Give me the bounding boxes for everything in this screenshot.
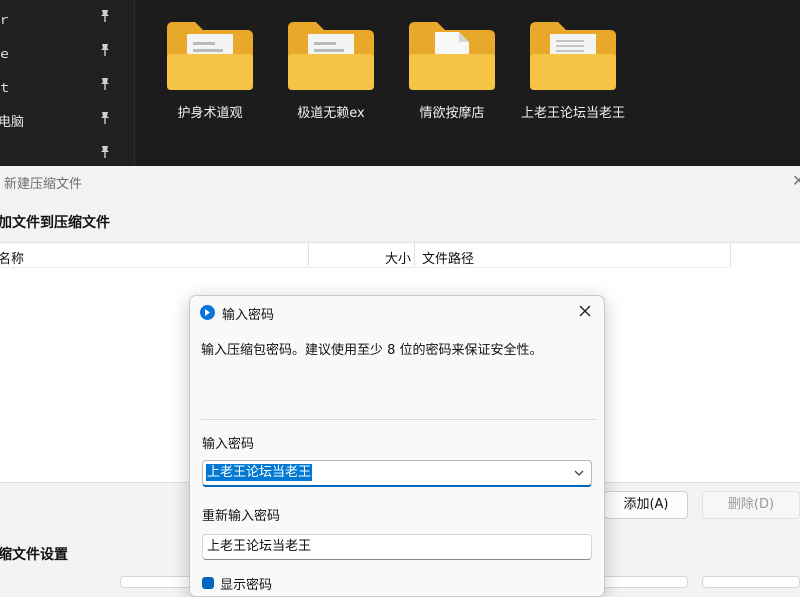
nav-item-label: ｅ: [0, 47, 12, 62]
folder-name: 情欲按摩店: [419, 106, 485, 121]
nav-item-this-pc[interactable]: 电脑: [0, 102, 134, 136]
folder-name: 护身术道观: [177, 106, 243, 121]
browse-button[interactable]: [702, 576, 800, 588]
column-header-size[interactable]: 大小: [309, 243, 414, 268]
delete-button[interactable]: 删除(D): [702, 491, 800, 519]
column-size-label: 大小: [385, 252, 412, 267]
show-password-label[interactable]: 显示密码: [220, 574, 272, 593]
folder-item[interactable]: 极道无赖ex: [271, 18, 391, 122]
dialog-description: 输入压缩包密码。建议使用至少 8 位的密码来保证安全性。: [201, 343, 543, 358]
nav-item-1[interactable]: ｅ: [0, 34, 134, 68]
file-grid: 护身术道观 极道无赖ex 情欲按摩店 上老王论坛当老王: [136, 0, 800, 166]
close-icon[interactable]: ✕: [792, 171, 800, 190]
pin-icon: [101, 78, 109, 90]
column-path-label: 文件路径: [422, 252, 475, 267]
folder-with-document-icon: [409, 22, 495, 90]
password-label: 输入密码: [202, 437, 255, 452]
pin-icon: [101, 146, 109, 158]
window-titlebar: 新建压缩文件 ✕: [0, 166, 800, 196]
password-input-value[interactable]: 上老王论坛当老王: [206, 464, 313, 481]
nav-item-4[interactable]: [0, 136, 134, 170]
column-name-label: 名称: [0, 252, 25, 267]
folder-with-documents-icon: [167, 22, 253, 90]
add-files-heading: 加文件到压缩文件: [0, 215, 110, 231]
pin-icon: [101, 112, 109, 124]
nav-item-2[interactable]: ｔ: [0, 68, 134, 102]
nav-item-label: 电脑: [0, 115, 25, 130]
folder-item[interactable]: 护身术道观: [150, 18, 270, 122]
column-header-name[interactable]: 名称: [0, 243, 308, 268]
divider: [201, 419, 597, 420]
folder-with-documents-icon: [530, 22, 616, 90]
navigation-pane: ｒ ｅ ｔ 电脑: [0, 0, 135, 166]
password-combobox[interactable]: 上老王论坛当老王: [202, 460, 592, 487]
file-explorer: ｒ ｅ ｔ 电脑 护身术道观 极道无赖ex 情欲按摩店 上老王论坛当老王: [0, 0, 800, 166]
archive-settings-heading: 缩文件设置: [0, 547, 68, 563]
column-divider[interactable]: [730, 243, 731, 267]
folder-name: 上老王论坛当老王: [520, 106, 625, 121]
pin-icon: [101, 10, 109, 22]
folder-item[interactable]: 上老王论坛当老王: [513, 18, 633, 122]
folder-name: 极道无赖ex: [297, 106, 365, 121]
dialog-title: 输入密码: [222, 308, 275, 323]
password-dialog: 输入密码 输入压缩包密码。建议使用至少 8 位的密码来保证安全性。 输入密码 上…: [189, 295, 605, 597]
confirm-password-label: 重新输入密码: [202, 509, 281, 524]
folder-item[interactable]: 情欲按摩店: [392, 18, 512, 122]
close-icon[interactable]: [576, 302, 594, 320]
nav-item-0[interactable]: ｒ: [0, 0, 134, 34]
nav-item-label: ｒ: [0, 13, 12, 28]
confirm-password-input[interactable]: 上老王论坛当老王: [202, 534, 592, 560]
show-password-checkbox[interactable]: [202, 577, 214, 589]
confirm-password-value: 上老王论坛当老王: [207, 539, 312, 554]
pin-icon: [101, 44, 109, 56]
window-title: 新建压缩文件: [4, 177, 83, 192]
nav-item-label: ｔ: [0, 81, 12, 96]
column-header-path[interactable]: 文件路径: [415, 243, 730, 268]
app-logo-icon: [200, 305, 215, 320]
chevron-down-icon[interactable]: [573, 467, 585, 479]
folder-with-documents-icon: [288, 22, 374, 90]
add-button[interactable]: 添加(A): [604, 491, 688, 519]
